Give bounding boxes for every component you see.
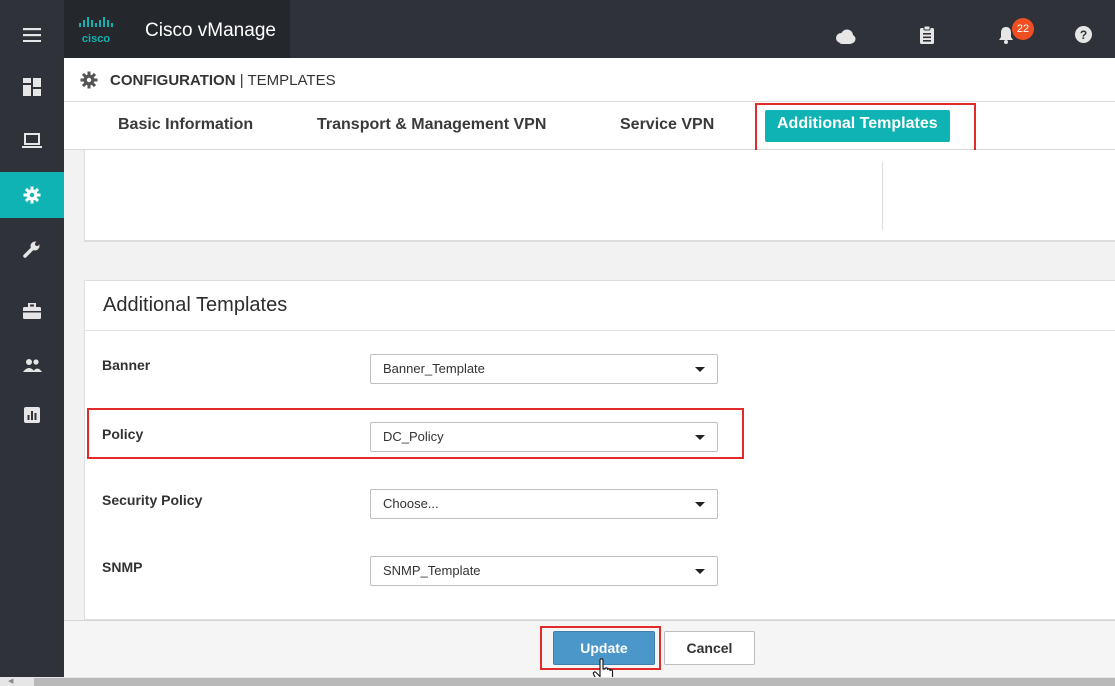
snmp-select-value: SNMP_Template [383, 563, 481, 578]
laptop-icon [22, 133, 42, 148]
cancel-button[interactable]: Cancel [664, 631, 755, 665]
left-sidebar [0, 0, 64, 677]
breadcrumb-separator: | [235, 72, 248, 89]
main-content: Additional Templates Banner Banner_Templ… [64, 150, 1115, 620]
sidebar-item-configuration[interactable] [0, 172, 64, 218]
breadcrumb: CONFIGURATION | TEMPLATES [110, 72, 336, 89]
dashboard-icon [23, 78, 41, 96]
svg-text:?: ? [1080, 28, 1087, 42]
menu-toggle-button[interactable] [0, 12, 64, 58]
breadcrumb-section: CONFIGURATION [110, 72, 236, 89]
sidebar-item-monitor[interactable] [0, 118, 64, 164]
configuration-gear-icon [80, 71, 98, 89]
brand-area[interactable]: cisco Cisco vManage [64, 0, 290, 58]
page-header: CONFIGURATION | TEMPLATES [64, 58, 1115, 102]
panel-divider [85, 330, 1115, 331]
breadcrumb-subsection: TEMPLATES [247, 72, 336, 89]
banner-label: Banner [102, 357, 151, 373]
snmp-label: SNMP [102, 559, 143, 575]
policy-row-highlight-box [87, 408, 744, 459]
notification-count-badge: 22 [1012, 18, 1034, 40]
help-button[interactable]: ? [1075, 26, 1092, 48]
briefcase-icon [23, 303, 41, 319]
cloud-button[interactable] [834, 29, 856, 49]
sidebar-item-analytics[interactable] [0, 392, 64, 438]
scrollbar-thumb[interactable] [34, 678, 1115, 686]
column-divider [882, 162, 883, 230]
chevron-down-icon [695, 367, 705, 372]
previous-section-card [84, 150, 1115, 242]
app-title: Cisco vManage [145, 20, 276, 41]
security-policy-select[interactable]: Choose... [370, 489, 718, 519]
sidebar-item-tools[interactable] [0, 226, 64, 272]
sidebar-item-administration[interactable] [0, 342, 64, 388]
chart-icon [24, 407, 40, 423]
help-icon: ? [1075, 26, 1092, 43]
tasks-button[interactable] [920, 25, 934, 49]
scroll-left-icon[interactable]: ◀ [8, 678, 13, 686]
chevron-down-icon [695, 502, 705, 507]
cisco-logo-text: cisco [82, 33, 110, 45]
vmanage-window: cisco Cisco vManage 22 ? CONFIGURATION |… [0, 0, 1115, 686]
clipboard-icon [920, 25, 934, 44]
tab-basic-information[interactable]: Basic Information [118, 116, 253, 134]
gear-icon [23, 186, 41, 204]
chevron-down-icon [695, 569, 705, 574]
sidebar-item-maintenance[interactable] [0, 288, 64, 334]
cisco-logo-icon: cisco [79, 17, 113, 45]
users-icon [23, 359, 42, 372]
security-policy-label: Security Policy [102, 492, 203, 508]
sidebar-item-dashboard[interactable] [0, 64, 64, 110]
top-bar: cisco Cisco vManage 22 ? [64, 0, 1115, 58]
wrench-icon [23, 241, 40, 258]
snmp-select[interactable]: SNMP_Template [370, 556, 718, 586]
banner-select[interactable]: Banner_Template [370, 354, 718, 384]
tab-transport-management-vpn[interactable]: Transport & Management VPN [317, 116, 546, 134]
panel-title: Additional Templates [103, 294, 288, 316]
banner-select-value: Banner_Template [383, 361, 485, 376]
security-policy-select-value: Choose... [383, 496, 439, 511]
hamburger-icon [23, 28, 41, 42]
tab-service-vpn[interactable]: Service VPN [620, 116, 714, 134]
cloud-icon [836, 29, 856, 44]
